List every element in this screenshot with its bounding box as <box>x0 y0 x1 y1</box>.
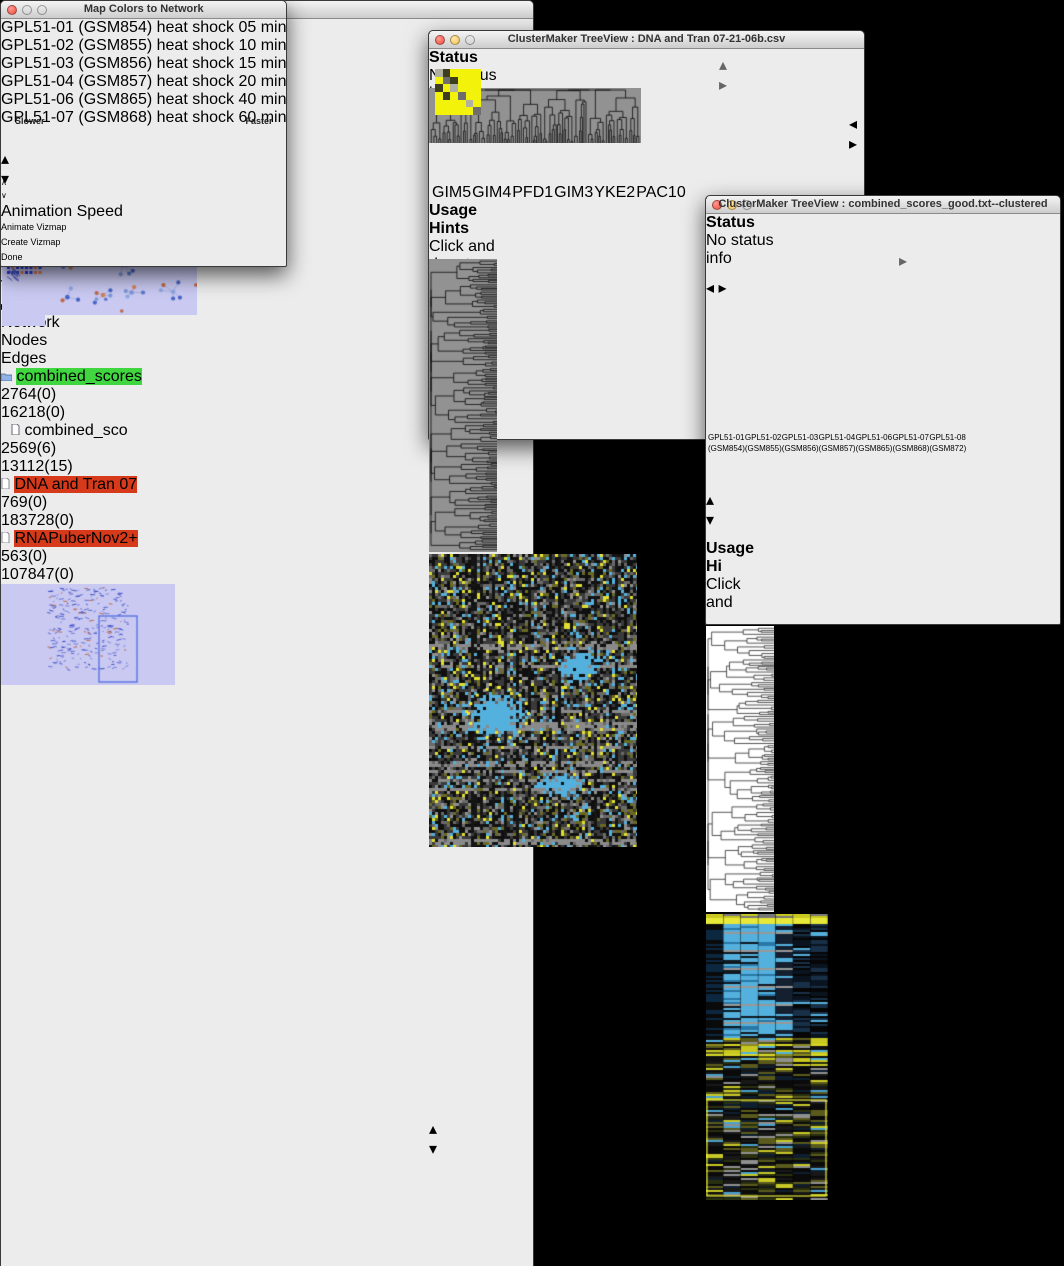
zoom-heatmap-panel[interactable] <box>429 1144 494 1266</box>
column-label[interactable]: GPL51-02 (GSM855) <box>745 432 782 454</box>
attribute-list-vscrollbar[interactable]: ▴▾ <box>1 127 11 177</box>
column-label[interactable]: GIM4 <box>472 184 511 202</box>
faster-label: Faster <box>245 116 272 126</box>
attribute-item[interactable]: GPL51-04 (GSM857) heat shock 20 min <box>1 73 286 91</box>
usage-hints-panel: Usage Hi Click and <box>706 540 756 626</box>
column-label[interactable]: YKE2 <box>594 184 635 202</box>
column-label[interactable]: PAC10 <box>636 184 686 202</box>
matrix-cell <box>443 92 451 100</box>
matrix-cell <box>458 107 466 115</box>
matrix-cell <box>473 100 481 108</box>
matrix-cell <box>443 107 451 115</box>
matrix-cell <box>450 107 458 115</box>
document-icon <box>1 532 10 543</box>
column-label[interactable]: GIM3 <box>554 184 593 202</box>
move-down-button[interactable]: ∨ <box>1 190 31 203</box>
document-icon <box>11 424 20 435</box>
treeview2-title: ClusterMaker TreeView : combined_scores_… <box>706 198 1060 210</box>
matrix-cell <box>450 92 458 100</box>
zoom-heatmap-matrix[interactable] <box>435 69 481 115</box>
row-dendrogram[interactable] <box>706 626 776 914</box>
matrix-cell <box>466 69 474 77</box>
attribute-item[interactable]: GPL51-02 (GSM855) heat shock 10 min <box>1 37 286 55</box>
dialog-titlebar[interactable]: Map Colors to Network <box>1 1 286 19</box>
matrix-cell <box>443 84 451 92</box>
matrix-cell <box>466 100 474 108</box>
attribute-list: GPL51-01 (GSM854) heat shock 05 minGPL51… <box>1 19 286 127</box>
global-heatmap[interactable] <box>706 914 830 1202</box>
matrix-cell <box>435 69 443 77</box>
heatmap-vscrollbar[interactable]: ▴▾ <box>429 849 441 1144</box>
matrix-cell <box>473 107 481 115</box>
column-labels-vscrollbar[interactable]: ▴▾ <box>706 454 719 540</box>
column-label[interactable]: GPL51-01 (GSM854) <box>708 432 745 454</box>
matrix-cell <box>458 92 466 100</box>
matrix-cell <box>435 77 443 85</box>
matrix-cell <box>435 107 443 115</box>
document-icon <box>1 478 10 489</box>
matrix-cell <box>443 100 451 108</box>
column-label[interactable]: GIM5 <box>432 184 471 202</box>
network-view-window[interactable]: combined_scores_good.txt--cluste... <box>1 690 198 1006</box>
column-label[interactable]: PFD1 <box>512 184 553 202</box>
matrix-cell <box>466 77 474 85</box>
slower-label: Slower <box>15 116 45 126</box>
column-label[interactable]: GPL51-07 (GSM868) <box>892 432 929 454</box>
treeview2-titlebar[interactable]: ClusterMaker TreeView : combined_scores_… <box>706 196 1060 214</box>
column-label[interactable]: GPL51-03 (GSM856) <box>782 432 819 454</box>
column-label[interactable]: GPL51-06 (GSM865) <box>856 432 893 454</box>
matrix-cell <box>466 107 474 115</box>
dialog-title: Map Colors to Network <box>1 3 286 15</box>
matrix-cell <box>450 84 458 92</box>
attribute-item[interactable]: GPL51-06 (GSM865) heat shock 40 min <box>1 91 286 109</box>
folder-icon <box>1 372 12 381</box>
matrix-cell <box>435 100 443 108</box>
matrix-cell <box>473 92 481 100</box>
attribute-item[interactable]: GPL51-01 (GSM854) heat shock 05 min <box>1 19 286 37</box>
column-label[interactable]: GPL51-04 (GSM857) <box>819 432 856 454</box>
animation-speed-label: Animation Speed <box>1 203 286 221</box>
matrix-cell <box>473 77 481 85</box>
matrix-cell <box>466 92 474 100</box>
splitter-arrows[interactable]: ▴▸ <box>719 55 727 95</box>
matrix-cell <box>458 69 466 77</box>
heatmap-vscrollbar[interactable]: ▴▾ <box>706 1202 719 1266</box>
matrix-cell <box>450 100 458 108</box>
splitter-arrow[interactable]: ▸ <box>899 251 907 271</box>
desktop: Cytoscape Desktop (Session Name: collins… <box>0 0 1064 633</box>
matrix-cell <box>458 84 466 92</box>
row-dendrogram[interactable] <box>429 259 499 554</box>
matrix-cell <box>450 77 458 85</box>
zoom-column-labels: GIM5GIM4PFD1GIM3YKE2PAC10 <box>429 145 493 202</box>
attribute-item[interactable]: GPL51-03 (GSM856) heat shock 15 min <box>1 55 286 73</box>
treeview1-title: ClusterMaker TreeView : DNA and Tran 07-… <box>429 33 864 45</box>
matrix-cell <box>466 84 474 92</box>
matrix-cell <box>435 84 443 92</box>
create-vizmap-button[interactable]: Create Vizmap <box>1 236 71 251</box>
matrix-cell <box>458 77 466 85</box>
animate-vizmap-button[interactable]: Animate Vizmap <box>1 221 79 236</box>
matrix-cell <box>473 69 481 77</box>
map-colors-dialog: Map Colors to Network Attribute List GPL… <box>0 0 287 267</box>
matrix-cell <box>435 92 443 100</box>
usage-hints-panel: Usage Hints Click and drag tc <box>429 202 496 259</box>
matrix-cell <box>473 84 481 92</box>
scroll-arrows[interactable]: ◂ ▸ <box>849 114 864 154</box>
matrix-cell <box>443 69 451 77</box>
treeview-window-combined: ClusterMaker TreeView : combined_scores_… <box>705 195 1061 625</box>
column-labels: GPL51-01 (GSM854)GPL51-02 (GSM855)GPL51-… <box>706 368 792 454</box>
global-heatmap[interactable] <box>429 554 639 849</box>
done-button[interactable]: Done <box>1 251 39 266</box>
treeview1-titlebar[interactable]: ClusterMaker TreeView : DNA and Tran 07-… <box>429 31 864 49</box>
column-label[interactable]: GPL51-08 (GSM872) <box>929 432 966 454</box>
matrix-cell <box>450 69 458 77</box>
matrix-cell <box>458 100 466 108</box>
usage-hints-hscrollbar[interactable] <box>706 612 750 622</box>
view-status-hscrollbar[interactable] <box>706 268 754 278</box>
matrix-view-window[interactable] <box>1 1006 46 1266</box>
matrix-cell <box>443 77 451 85</box>
